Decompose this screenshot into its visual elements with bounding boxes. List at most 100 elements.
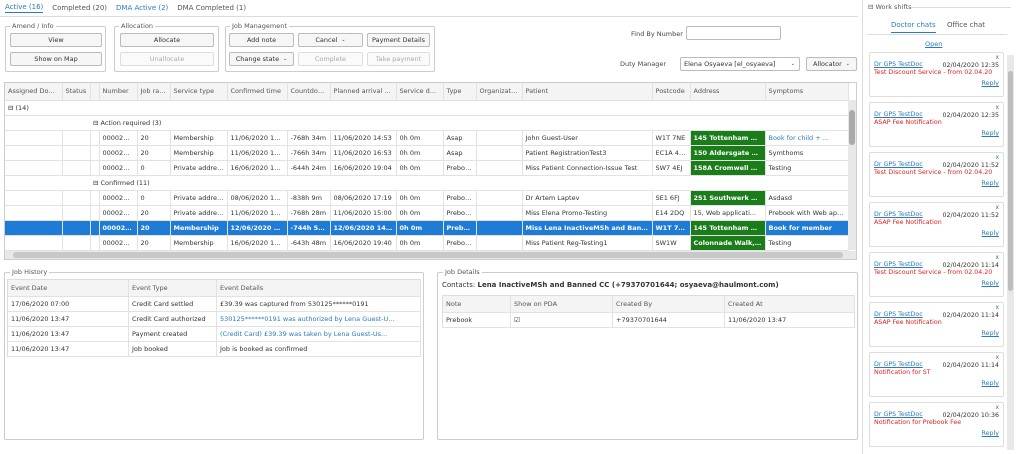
add-note-button[interactable]: Add note xyxy=(229,33,294,47)
col-address[interactable]: Address xyxy=(690,83,766,101)
allocator-dropdown-button[interactable]: Allocator ⌄ xyxy=(806,57,857,71)
sidebar-scrollbar[interactable] xyxy=(1007,55,1014,450)
table-row[interactable]: 00002509 20 Membership 11/06/2020 16:53 -766… xyxy=(5,145,849,161)
payment-details-button[interactable]: Payment Details xyxy=(367,33,430,47)
col-countdown[interactable]: Countdown xyxy=(287,83,331,101)
v-scroll-thumb[interactable] xyxy=(849,110,855,145)
change-state-label: Change state xyxy=(235,55,280,63)
reply-link[interactable]: Reply xyxy=(982,430,999,437)
notes-col-show-on-pda[interactable]: Show on PDA xyxy=(510,295,613,313)
notes-col-created-by[interactable]: Created By xyxy=(612,295,725,313)
history-event-details: (Credit Card) £39.39 was taken by Lena G… xyxy=(216,326,421,342)
table-row[interactable]: 00002507 20 Membership 11/06/2020 14:53 -768… xyxy=(5,130,849,146)
chat-message: Notification for Prebook Fee xyxy=(874,419,962,426)
table-row[interactable]: Prebook ☑ +79370701644 11/06/2020 13:47 xyxy=(442,312,855,328)
tab-dma-active[interactable]: DMA Active (2) xyxy=(116,4,168,12)
work-shifts-title[interactable]: ⊟ Work shifts xyxy=(868,3,911,11)
reply-link[interactable]: Reply xyxy=(982,230,999,237)
reply-link[interactable]: Reply xyxy=(982,330,999,337)
col-type[interactable]: Type xyxy=(443,83,477,101)
complete-button[interactable]: Complete xyxy=(298,52,363,66)
reply-link[interactable]: Reply xyxy=(982,380,999,387)
allocate-button[interactable]: Allocate xyxy=(120,33,214,47)
table-row[interactable]: 11/06/2020 13:47 Credit Card authorized 53… xyxy=(7,311,421,327)
close-icon[interactable]: x xyxy=(995,354,999,361)
col-confirmed-time[interactable]: Confirmed time xyxy=(227,83,288,101)
notes-col-created-at[interactable]: Created At xyxy=(724,295,855,313)
close-icon[interactable]: x xyxy=(995,204,999,211)
reply-link[interactable]: Reply xyxy=(982,80,999,87)
table-row[interactable]: 11/06/2020 13:47 Job booked Job is booked … xyxy=(7,341,421,357)
col-postcode[interactable]: Postcode xyxy=(652,83,691,101)
show-on-map-button[interactable]: Show on Map xyxy=(10,52,102,66)
chat-message: Notification for ST xyxy=(874,369,931,376)
cell-type: Asap xyxy=(443,145,477,161)
col-job-rank[interactable]: Job rank xyxy=(137,83,171,101)
doctor-link[interactable]: Dr GPS TestDoc xyxy=(874,261,923,268)
table-row[interactable]: 00002495 20 Private address 11/06/2020 15:0… xyxy=(5,205,849,221)
close-icon[interactable]: x xyxy=(995,154,999,161)
notes-show-on-pda[interactable]: ☑ xyxy=(510,312,613,328)
col-planned-arrival[interactable]: Planned arrival time xyxy=(330,83,397,101)
close-icon[interactable]: x xyxy=(995,304,999,311)
take-payment-button[interactable]: Take payment xyxy=(367,52,430,66)
reply-link[interactable]: Reply xyxy=(982,280,999,287)
col-organization[interactable]: Organization xyxy=(476,83,523,101)
history-event-type: Job booked xyxy=(128,341,217,357)
duty-manager-value: Elena Osyaeva [el_osyaeva] xyxy=(684,60,776,68)
doctor-link[interactable]: Dr GPS TestDoc xyxy=(874,411,923,418)
table-row[interactable]: 17/06/2020 07:00 Credit Card settled £39.3… xyxy=(7,296,421,312)
history-col-date[interactable]: Event Date xyxy=(7,279,129,297)
group-all-row[interactable]: ⊟ (14) xyxy=(5,100,849,116)
close-icon[interactable]: x xyxy=(995,104,999,111)
vertical-scrollbar[interactable] xyxy=(848,100,856,250)
find-by-number-input[interactable] xyxy=(686,26,781,40)
doctor-link[interactable]: Dr GPS TestDoc xyxy=(874,311,923,318)
table-row[interactable]: 0000250820Membership12/06/2020 14:32-744… xyxy=(5,220,849,236)
empty-cell xyxy=(62,160,91,176)
doctor-link[interactable]: Dr GPS TestDoc xyxy=(874,61,923,68)
history-col-type[interactable]: Event Type xyxy=(128,279,217,297)
sidebar-scroll-thumb[interactable] xyxy=(1008,71,1013,291)
table-row[interactable]: 00002520 20 Membership 16/06/2020 19:40 -643… xyxy=(5,235,849,251)
table-row[interactable]: 11/06/2020 13:47 Payment created (Credit C… xyxy=(7,326,421,342)
col-number[interactable]: Number xyxy=(99,83,138,101)
doctor-link[interactable]: Dr GPS TestDoc xyxy=(874,161,923,168)
table-row[interactable]: 00002519 0 Private address 16/06/2020 19:04… xyxy=(5,160,849,176)
tab-doctor-chats[interactable]: Doctor chats xyxy=(891,21,936,33)
cell-organization xyxy=(476,220,523,236)
reply-link[interactable]: Reply xyxy=(982,130,999,137)
close-icon[interactable]: x xyxy=(995,254,999,261)
col-service-type[interactable]: Service type xyxy=(170,83,228,101)
close-icon[interactable]: x xyxy=(995,404,999,411)
cell-postcode: SW1W xyxy=(652,235,691,251)
table-row[interactable]: 00002470 0 Private address 08/06/2020 17:19… xyxy=(5,190,849,206)
history-col-details[interactable]: Event Details xyxy=(216,279,421,297)
open-link[interactable]: Open xyxy=(925,40,942,48)
cancel-dropdown-button[interactable]: Cancel ⌄ xyxy=(298,33,363,47)
doctor-link[interactable]: Dr GPS TestDoc xyxy=(874,111,923,118)
tab-dma-completed[interactable]: DMA Completed (1) xyxy=(177,4,246,12)
close-icon[interactable]: x xyxy=(995,54,999,61)
col-patient[interactable]: Patient xyxy=(522,83,653,101)
tab-active[interactable]: Active (16) xyxy=(5,3,44,13)
col-service-delay[interactable]: Service delay xyxy=(396,83,444,101)
view-button[interactable]: View xyxy=(10,33,102,47)
group-confirmed-row[interactable]: ⊟ Confirmed (11) xyxy=(90,175,849,191)
unallocate-button[interactable]: Unallocate xyxy=(120,52,214,66)
group-action-required-row[interactable]: ⊟ Action required (3) xyxy=(90,115,849,131)
col-symptoms[interactable]: Symptoms xyxy=(765,83,849,101)
tab-completed[interactable]: Completed (20) xyxy=(52,4,107,12)
scroll-thumb[interactable] xyxy=(13,252,843,258)
notes-col-note[interactable]: Note xyxy=(442,295,511,313)
doctor-link[interactable]: Dr GPS TestDoc xyxy=(874,361,923,368)
col-status[interactable]: Status xyxy=(62,83,91,101)
col-assigned-doctor[interactable]: Assigned Doctor xyxy=(5,83,63,101)
allocator-label: Allocator xyxy=(813,60,842,68)
tab-office-chat[interactable]: Office chat xyxy=(947,21,985,29)
horizontal-scrollbar[interactable] xyxy=(5,251,856,259)
duty-manager-select[interactable]: Elena Osyaeva [el_osyaeva] ⌄ xyxy=(680,57,800,71)
doctor-link[interactable]: Dr GPS TestDoc xyxy=(874,211,923,218)
reply-link[interactable]: Reply xyxy=(982,180,999,187)
change-state-dropdown-button[interactable]: Change state ⌄ xyxy=(229,52,294,66)
